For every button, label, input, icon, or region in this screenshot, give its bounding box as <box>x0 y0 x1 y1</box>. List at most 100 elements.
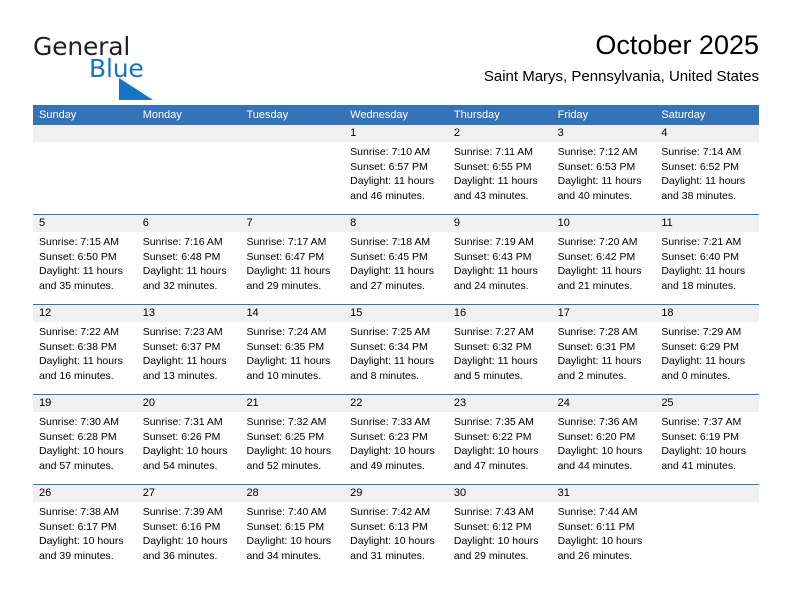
day-detail-line: Sunrise: 7:16 AM <box>142 236 223 248</box>
day-cell-5[interactable]: 5 Sunrise: 7:15 AM Sunset: 6:50 PM Daylight… <box>33 215 137 304</box>
day-cell-18[interactable]: 18 Sunrise: 7:29 AM Sunset: 6:29 PM Dayligh… <box>655 305 760 394</box>
day-cell-4[interactable]: 4 Sunrise: 7:14 AM Sunset: 6:52 PM Daylight… <box>655 125 760 214</box>
day-cell-20[interactable]: 20 Sunrise: 7:31 AM Sunset: 6:26 PM Dayligh… <box>136 395 241 484</box>
day-details: Sunrise: 7:40 AM Sunset: 6:15 PM Daylight:… <box>240 502 344 563</box>
day-detail-line: Sunset: 6:52 PM <box>661 160 739 173</box>
day-detail-line: Sunset: 6:43 PM <box>453 250 532 263</box>
day-detail-line: Sunrise: 7:40 AM <box>246 506 327 518</box>
day-detail-line: Sunset: 6:28 PM <box>39 430 117 443</box>
day-cell-16[interactable]: 16 Sunrise: 7:27 AM Sunset: 6:32 PM Dayligh… <box>447 305 552 394</box>
day-detail-line: Sunrise: 7:42 AM <box>350 506 431 518</box>
day-number: 18 <box>655 305 760 322</box>
day-cell-31[interactable]: 31 Sunrise: 7:44 AM Sunset: 6:11 PM Dayligh… <box>551 485 656 574</box>
day-cell-29[interactable]: 29 Sunrise: 7:42 AM Sunset: 6:13 PM Dayligh… <box>344 485 448 574</box>
day-cell-10[interactable]: 10 Sunrise: 7:20 AM Sunset: 6:42 PM Dayligh… <box>551 215 656 304</box>
day-detail-line: Daylight: 10 hours <box>39 535 124 548</box>
day-detail-line: and 52 minutes. <box>246 459 322 472</box>
day-cell-11[interactable]: 11 Sunrise: 7:21 AM Sunset: 6:40 PM Dayligh… <box>655 215 760 304</box>
general-blue-logo[interactable]: General Blue <box>33 32 213 100</box>
weekday-header-row: Sunday Monday Tuesday Wednesday Thursday Frid… <box>33 105 759 125</box>
day-detail-line: Sunrise: 7:12 AM <box>557 146 638 158</box>
day-cell-22[interactable]: 22 Sunrise: 7:33 AM Sunset: 6:23 PM Dayligh… <box>344 395 448 484</box>
day-cell-24[interactable]: 24 Sunrise: 7:36 AM Sunset: 6:20 PM Dayligh… <box>551 395 656 484</box>
day-detail-line: Sunrise: 7:28 AM <box>557 326 638 338</box>
day-cell-25[interactable]: 25 Sunrise: 7:37 AM Sunset: 6:19 PM Dayligh… <box>655 395 760 484</box>
day-cell-3[interactable]: 3 Sunrise: 7:12 AM Sunset: 6:53 PM Daylight… <box>551 125 656 214</box>
day-detail-line: Sunrise: 7:39 AM <box>142 506 223 518</box>
day-details: Sunrise: 7:32 AM Sunset: 6:25 PM Daylight:… <box>240 412 344 473</box>
day-detail-line: Sunrise: 7:18 AM <box>350 236 431 248</box>
weekday-header-thursday: Thursday <box>453 109 500 121</box>
calendar-week-row: 19 Sunrise: 7:30 AM Sunset: 6:28 PM Dayligh… <box>33 394 760 484</box>
day-detail-line: Sunrise: 7:32 AM <box>246 416 327 428</box>
day-detail-line: Sunset: 6:12 PM <box>453 520 532 533</box>
day-number <box>136 125 241 142</box>
day-detail-line: and 24 minutes. <box>453 279 529 292</box>
day-cell-empty <box>33 125 137 214</box>
day-number: 11 <box>655 215 760 232</box>
day-number: 22 <box>344 395 448 412</box>
day-cell-27[interactable]: 27 Sunrise: 7:39 AM Sunset: 6:16 PM Dayligh… <box>136 485 241 574</box>
location-subtitle: Saint Marys, Pennsylvania, United States <box>483 68 759 85</box>
day-detail-line: Daylight: 11 hours <box>661 355 746 368</box>
page-header: General Blue October 2025 Saint Marys, P… <box>33 28 759 100</box>
day-detail-line: Daylight: 11 hours <box>39 265 123 278</box>
day-cell-2[interactable]: 2 Sunrise: 7:11 AM Sunset: 6:55 PM Daylight… <box>447 125 552 214</box>
day-detail-line: Sunrise: 7:14 AM <box>661 146 742 158</box>
day-detail-line: Sunrise: 7:15 AM <box>39 236 119 248</box>
day-details: Sunrise: 7:43 AM Sunset: 6:12 PM Daylight:… <box>448 502 552 563</box>
day-cell-30[interactable]: 30 Sunrise: 7:43 AM Sunset: 6:12 PM Dayligh… <box>447 485 552 574</box>
day-cell-28[interactable]: 28 Sunrise: 7:40 AM Sunset: 6:15 PM Dayligh… <box>240 485 345 574</box>
day-details: Sunrise: 7:21 AM Sunset: 6:40 PM Daylight:… <box>655 232 759 293</box>
day-cell-9[interactable]: 9 Sunrise: 7:19 AM Sunset: 6:43 PM Daylight… <box>447 215 552 304</box>
day-details: Sunrise: 7:31 AM Sunset: 6:26 PM Daylight:… <box>137 412 241 473</box>
day-number: 9 <box>447 215 552 232</box>
day-detail-line: Sunset: 6:37 PM <box>142 340 221 353</box>
weekday-header-tuesday: Tuesday <box>246 109 289 121</box>
day-detail-line: Daylight: 11 hours <box>557 355 642 368</box>
day-details: Sunrise: 7:19 AM Sunset: 6:43 PM Daylight:… <box>448 232 552 293</box>
day-detail-line: Daylight: 11 hours <box>453 175 538 188</box>
day-detail-line: Daylight: 11 hours <box>142 265 227 278</box>
day-detail-line: and 41 minutes. <box>661 459 737 472</box>
day-detail-line: Sunset: 6:40 PM <box>661 250 739 263</box>
day-detail-line: Sunset: 6:22 PM <box>453 430 532 443</box>
day-number: 30 <box>447 485 552 502</box>
day-detail-line: and 2 minutes. <box>557 369 627 382</box>
day-number: 5 <box>33 215 137 232</box>
day-detail-line: Sunrise: 7:30 AM <box>39 416 119 428</box>
day-detail-line: Sunset: 6:11 PM <box>557 520 635 533</box>
day-cell-26[interactable]: 26 Sunrise: 7:38 AM Sunset: 6:17 PM Dayligh… <box>33 485 137 574</box>
day-cell-12[interactable]: 12 Sunrise: 7:22 AM Sunset: 6:38 PM Dayligh… <box>33 305 137 394</box>
day-cell-1[interactable]: 1 Sunrise: 7:10 AM Sunset: 6:57 PM Daylight… <box>344 125 448 214</box>
day-cell-21[interactable]: 21 Sunrise: 7:32 AM Sunset: 6:25 PM Dayligh… <box>240 395 345 484</box>
day-detail-line: and 43 minutes. <box>453 189 529 202</box>
day-details: Sunrise: 7:39 AM Sunset: 6:16 PM Daylight:… <box>137 502 241 563</box>
day-cell-8[interactable]: 8 Sunrise: 7:18 AM Sunset: 6:45 PM Daylight… <box>344 215 448 304</box>
day-cell-14[interactable]: 14 Sunrise: 7:24 AM Sunset: 6:35 PM Dayligh… <box>240 305 345 394</box>
day-details: Sunrise: 7:33 AM Sunset: 6:23 PM Daylight:… <box>344 412 448 473</box>
day-detail-line: Daylight: 10 hours <box>350 445 435 458</box>
day-detail-line: Daylight: 10 hours <box>453 535 539 548</box>
day-cell-7[interactable]: 7 Sunrise: 7:17 AM Sunset: 6:47 PM Daylight… <box>240 215 345 304</box>
day-detail-line: Sunrise: 7:29 AM <box>661 326 742 338</box>
day-number: 20 <box>136 395 241 412</box>
day-detail-line: and 34 minutes. <box>246 549 322 562</box>
day-detail-line: and 38 minutes. <box>661 189 737 202</box>
day-cell-15[interactable]: 15 Sunrise: 7:25 AM Sunset: 6:34 PM Dayligh… <box>344 305 448 394</box>
day-number <box>655 485 760 502</box>
day-cell-19[interactable]: 19 Sunrise: 7:30 AM Sunset: 6:28 PM Dayligh… <box>33 395 137 484</box>
day-detail-line: Sunrise: 7:43 AM <box>453 506 534 518</box>
day-number: 14 <box>240 305 345 322</box>
day-cell-17[interactable]: 17 Sunrise: 7:28 AM Sunset: 6:31 PM Dayligh… <box>551 305 656 394</box>
day-number: 8 <box>344 215 448 232</box>
day-cell-empty <box>240 125 345 214</box>
day-cell-13[interactable]: 13 Sunrise: 7:23 AM Sunset: 6:37 PM Dayligh… <box>136 305 241 394</box>
day-detail-line: Sunrise: 7:44 AM <box>557 506 638 518</box>
weekday-header-monday: Monday <box>142 109 182 121</box>
day-detail-line: Daylight: 11 hours <box>350 355 435 368</box>
day-cell-6[interactable]: 6 Sunrise: 7:16 AM Sunset: 6:48 PM Daylight… <box>136 215 241 304</box>
day-detail-line: Sunrise: 7:10 AM <box>350 146 431 158</box>
day-number: 27 <box>136 485 241 502</box>
day-cell-23[interactable]: 23 Sunrise: 7:35 AM Sunset: 6:22 PM Dayligh… <box>447 395 552 484</box>
